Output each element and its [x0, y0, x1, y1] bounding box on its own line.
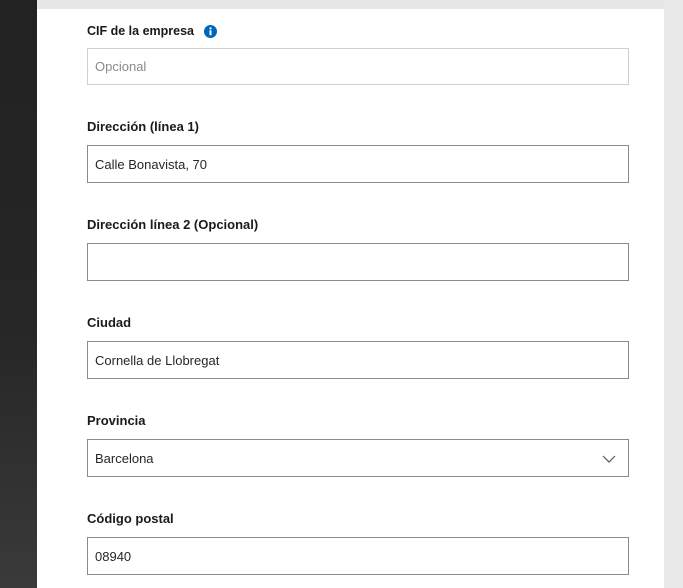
company-tax-id-input[interactable]: Opcional — [87, 48, 629, 85]
province-label: Provincia — [87, 413, 146, 428]
address-line1-field: Dirección (línea 1) Calle Bonavista, 70 — [87, 119, 629, 183]
city-field: Ciudad Cornella de Llobregat — [87, 315, 629, 379]
chevron-down-icon — [602, 451, 616, 466]
company-tax-id-field: CIF de la empresa Opcional — [87, 23, 629, 85]
city-input[interactable]: Cornella de Llobregat — [87, 341, 629, 379]
top-strip — [37, 0, 664, 9]
dark-side-panel — [0, 0, 37, 588]
province-selected-value: Barcelona — [95, 450, 154, 466]
address-line1-input[interactable]: Calle Bonavista, 70 — [87, 145, 629, 183]
city-value: Cornella de Llobregat — [95, 352, 220, 368]
address-line2-field: Dirección línea 2 (Opcional) — [87, 217, 629, 281]
company-tax-id-placeholder: Opcional — [95, 59, 147, 74]
scrollbar-track[interactable] — [664, 0, 683, 588]
address-line1-value: Calle Bonavista, 70 — [95, 156, 208, 172]
info-icon[interactable] — [204, 24, 217, 38]
screen: CIF de la empresa Opcional Dirección (lí… — [0, 0, 683, 588]
company-tax-id-label: CIF de la empresa — [87, 24, 194, 38]
city-label: Ciudad — [87, 315, 132, 330]
postal-code-input[interactable]: 08940 — [87, 537, 629, 575]
company-tax-id-label-row: CIF de la empresa — [87, 23, 629, 39]
address-line2-input[interactable] — [87, 243, 629, 281]
province-field: Provincia Barcelona — [87, 413, 629, 477]
billing-address-form: CIF de la empresa Opcional Dirección (lí… — [37, 9, 664, 588]
province-select[interactable]: Barcelona — [87, 439, 629, 477]
postal-code-label: Código postal — [87, 511, 174, 526]
address-line2-label: Dirección línea 2 (Opcional) — [87, 217, 259, 232]
postal-code-field: Código postal 08940 — [87, 511, 629, 575]
address-line1-label: Dirección (línea 1) — [87, 119, 199, 134]
postal-code-value: 08940 — [95, 548, 132, 564]
